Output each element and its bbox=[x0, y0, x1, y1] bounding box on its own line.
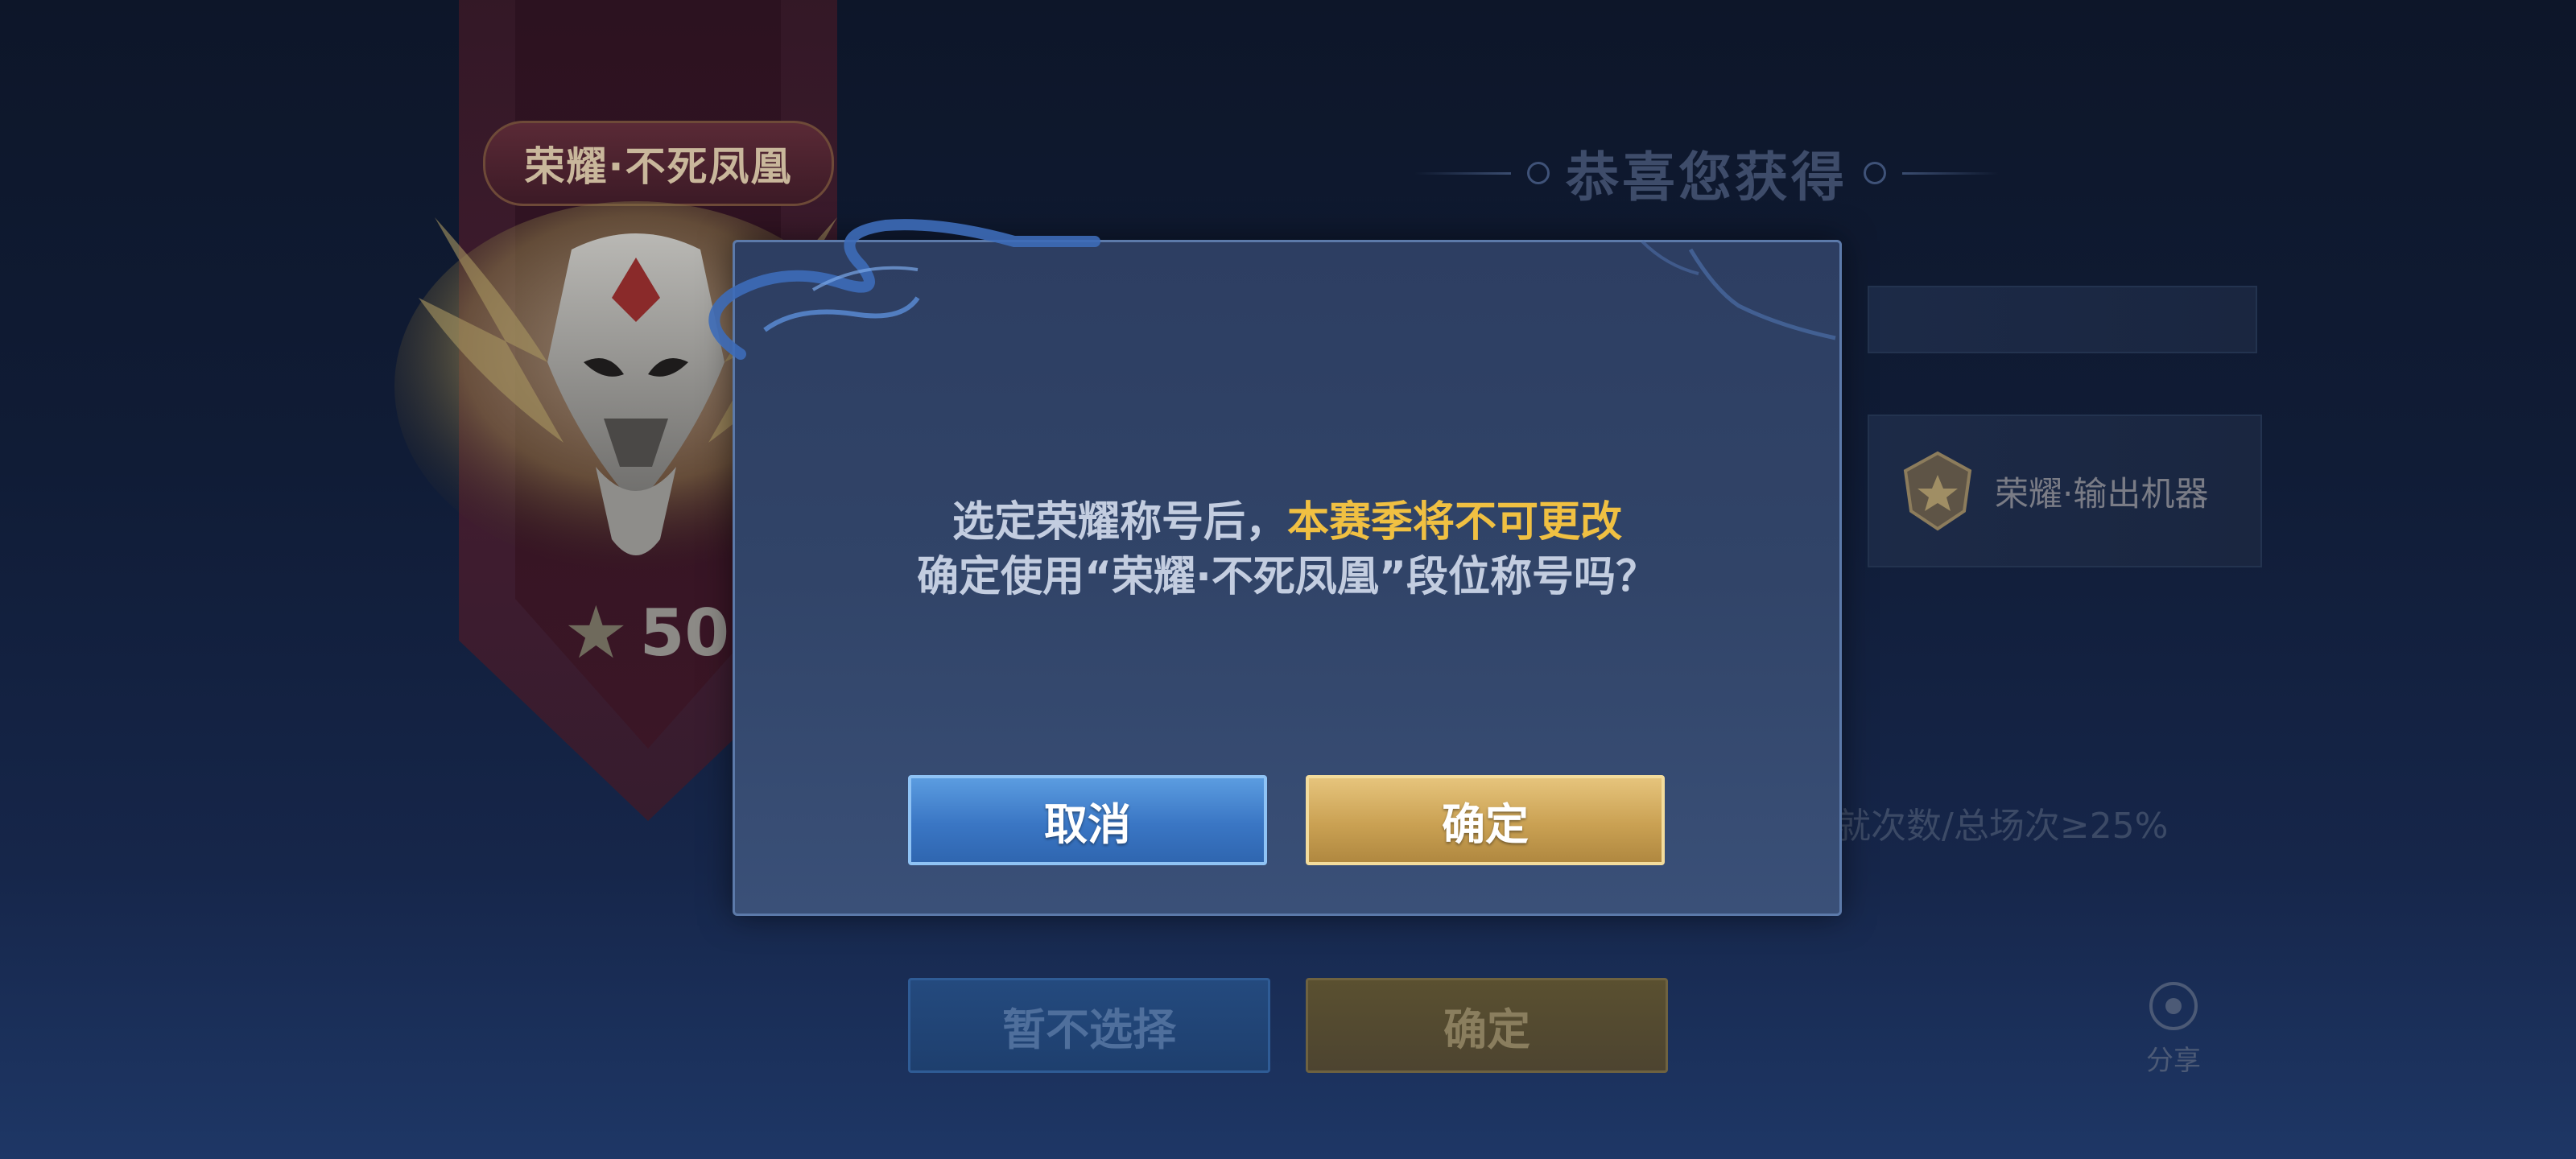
dialog-message-line2: 确定使用“荣耀·不死凤凰”段位称号吗？ bbox=[916, 553, 1658, 601]
skip-selection-button: 暂不选择 bbox=[908, 978, 1270, 1073]
share-label: 分享 bbox=[2146, 1045, 2201, 1077]
ornament-left-icon bbox=[1527, 162, 1550, 184]
divider-left bbox=[1414, 171, 1511, 175]
star-icon: ★ bbox=[564, 590, 629, 675]
cancel-button-label: 取消 bbox=[1044, 798, 1131, 850]
condition-text: 就次数/总场次≥25% bbox=[1835, 806, 2169, 847]
title-plaque: 荣耀·不死凤凰 bbox=[483, 121, 834, 206]
dialog-message-warning: 本赛季将不可更改 bbox=[1287, 498, 1623, 547]
congrats-title: 恭喜您获得 bbox=[1566, 146, 1847, 208]
ornament-right-icon bbox=[1864, 162, 1886, 184]
divider-right bbox=[1902, 171, 1999, 175]
confirm-button[interactable]: 确定 bbox=[1306, 775, 1665, 865]
reward-card: 荣耀·输出机器 bbox=[1868, 415, 2262, 567]
share-button: 分享 bbox=[2141, 982, 2206, 1078]
background-confirm-button: 确定 bbox=[1306, 978, 1668, 1073]
honor-badge-icon bbox=[1903, 451, 1972, 531]
reward-card-top bbox=[1868, 286, 2257, 353]
share-icon bbox=[2149, 982, 2198, 1030]
dialog-message: 选定荣耀称号后，本赛季将不可更改 确定使用“荣耀·不死凤凰”段位称号吗？ bbox=[733, 495, 1842, 604]
star-count: ★ 50 bbox=[564, 596, 729, 670]
congrats-header: 恭喜您获得 bbox=[1368, 133, 2045, 213]
cancel-button[interactable]: 取消 bbox=[908, 775, 1267, 865]
reward-card-label: 荣耀·输出机器 bbox=[1995, 473, 2209, 514]
dialog-message-prefix: 选定荣耀称号后， bbox=[952, 498, 1287, 547]
star-count-value: 50 bbox=[639, 596, 730, 670]
dialog-message-line1: 选定荣耀称号后，本赛季将不可更改 bbox=[733, 495, 1842, 550]
confirm-button-label: 确定 bbox=[1442, 798, 1529, 850]
